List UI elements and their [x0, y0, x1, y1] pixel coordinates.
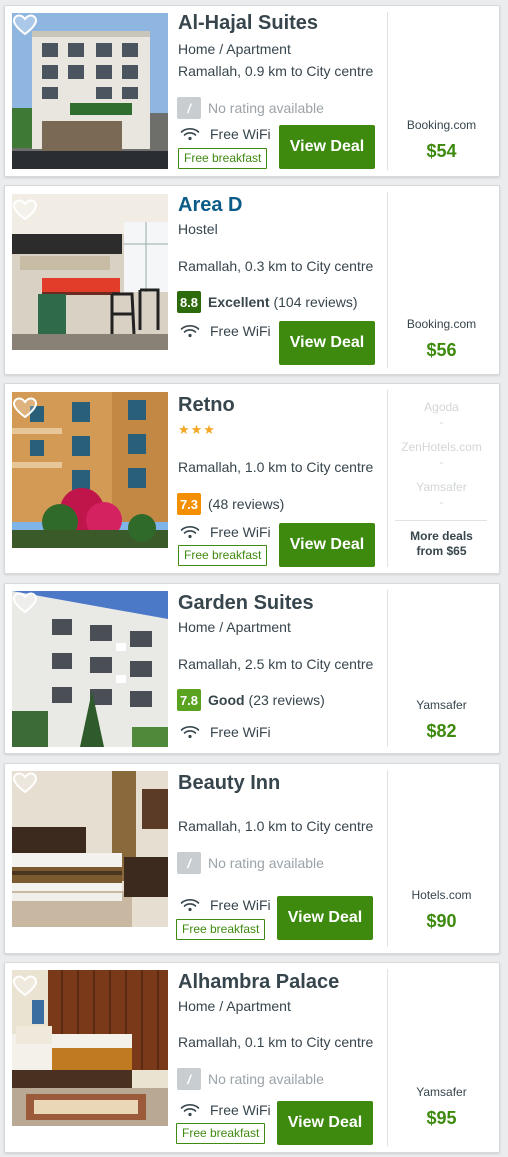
location-text: Ramallah, 0.9 km to City centre — [178, 63, 374, 79]
wifi-icon — [180, 325, 200, 338]
rating-word: Good — [208, 692, 245, 708]
deal-price[interactable]: $54 — [388, 141, 495, 162]
rating: 8.8 Excellent (104 reviews) — [177, 291, 358, 313]
favorite-heart-icon[interactable] — [12, 591, 38, 615]
hotel-card[interactable]: Retno ★★★ Ramallah, 1.0 km to City centr… — [4, 383, 500, 574]
hotel-name[interactable]: Beauty Inn — [178, 772, 280, 795]
rating-score-badge: / — [177, 97, 201, 119]
provider-separator: - — [439, 415, 444, 429]
hotel-name[interactable]: Area D — [178, 194, 242, 217]
deal-price[interactable]: $90 — [388, 911, 495, 932]
rating: / No rating available — [177, 1068, 324, 1090]
more-deals-from-price: from $65 — [416, 544, 467, 558]
amenity-wifi: Free WiFi — [180, 524, 271, 540]
hotel-card[interactable]: Garden Suites Home / Apartment Ramallah,… — [4, 583, 500, 754]
deal-provider[interactable]: Hotels.com — [388, 888, 495, 902]
hotel-card[interactable]: Al-Hajal Suites Home / Apartment Ramalla… — [4, 5, 500, 177]
amenity-wifi: Free WiFi — [180, 323, 271, 339]
hotel-card[interactable]: Beauty Inn Ramallah, 1.0 km to City cent… — [4, 763, 500, 954]
rating-score-badge: 7.3 — [177, 493, 201, 515]
wifi-icon — [180, 726, 200, 739]
star-rating: ★★★ — [178, 422, 216, 437]
property-type: Home / Apartment — [178, 998, 291, 1014]
deal-provider[interactable]: Booking.com — [388, 317, 495, 331]
property-type: Home / Apartment — [178, 619, 291, 635]
view-deal-button[interactable]: View Deal — [279, 321, 375, 365]
hotel-card[interactable]: Area D Hostel Ramallah, 0.3 km to City c… — [4, 185, 500, 375]
wifi-icon — [180, 526, 200, 539]
provider-zenhotels[interactable]: ZenHotels.com — [388, 440, 495, 454]
free-breakfast-badge: Free breakfast — [178, 148, 268, 169]
free-breakfast-badge: Free breakfast — [178, 545, 268, 566]
view-deal-button[interactable]: View Deal — [277, 896, 373, 940]
rating-text: No rating available — [208, 855, 324, 871]
property-type: Hostel — [178, 221, 218, 237]
amenity-wifi: Free WiFi — [180, 126, 271, 142]
free-breakfast-badge: Free breakfast — [176, 919, 266, 940]
amenity-label: Free WiFi — [210, 1102, 271, 1118]
amenity-wifi: Free WiFi — [180, 897, 271, 913]
favorite-heart-icon[interactable] — [12, 198, 38, 222]
deal-provider[interactable]: Yamsafer — [388, 698, 495, 712]
hotel-name[interactable]: Alhambra Palace — [178, 971, 339, 994]
location-text: Ramallah, 0.1 km to City centre — [178, 1034, 374, 1050]
more-deals-label: More deals — [410, 529, 473, 543]
provider-agoda[interactable]: Agoda — [388, 400, 495, 414]
free-breakfast-badge: Free breakfast — [176, 1123, 266, 1144]
rating: 7.3 (48 reviews) — [177, 493, 284, 515]
hotel-card[interactable]: Alhambra Palace Home / Apartment Ramalla… — [4, 962, 500, 1153]
rating: 7.8 Good (23 reviews) — [177, 689, 325, 711]
rating-score-badge: / — [177, 852, 201, 874]
rating-text: No rating available — [208, 1071, 324, 1087]
favorite-heart-icon[interactable] — [12, 974, 38, 998]
review-count[interactable]: (48 reviews) — [208, 496, 284, 512]
view-deal-button[interactable]: View Deal — [279, 523, 375, 567]
provider-yamsafer[interactable]: Yamsafer — [388, 480, 495, 494]
rating-score-badge: 8.8 — [177, 291, 201, 313]
view-deal-button[interactable]: View Deal — [277, 1101, 373, 1145]
more-deals-link[interactable]: More deals from $65 — [393, 529, 490, 559]
amenity-label: Free WiFi — [210, 323, 271, 339]
rating-score-badge: 7.8 — [177, 689, 201, 711]
hotel-name[interactable]: Retno — [178, 394, 235, 417]
deal-provider[interactable]: Booking.com — [388, 118, 495, 132]
location-text: Ramallah, 0.3 km to City centre — [178, 258, 374, 274]
location-text: Ramallah, 1.0 km to City centre — [178, 459, 374, 475]
hotel-name[interactable]: Garden Suites — [178, 592, 314, 615]
rating-score-badge: / — [177, 1068, 201, 1090]
rating-text: No rating available — [208, 100, 324, 116]
divider — [395, 520, 487, 521]
review-count[interactable]: (23 reviews) — [249, 692, 325, 708]
amenity-wifi: Free WiFi — [180, 724, 271, 740]
amenity-label: Free WiFi — [210, 126, 271, 142]
location-text: Ramallah, 2.5 km to City centre — [178, 656, 374, 672]
rating: / No rating available — [177, 852, 324, 874]
provider-separator: - — [439, 455, 444, 469]
wifi-icon — [180, 899, 200, 912]
property-type: Home / Apartment — [178, 41, 291, 57]
favorite-heart-icon[interactable] — [12, 13, 38, 37]
wifi-icon — [180, 1104, 200, 1117]
deal-price[interactable]: $56 — [388, 340, 495, 361]
deal-provider[interactable]: Yamsafer — [388, 1085, 495, 1099]
deal-price[interactable]: $82 — [388, 721, 495, 742]
review-count[interactable]: (104 reviews) — [273, 294, 357, 310]
hotel-name[interactable]: Al-Hajal Suites — [178, 12, 318, 35]
amenity-label: Free WiFi — [210, 724, 271, 740]
rating: / No rating available — [177, 97, 324, 119]
provider-separator: - — [439, 495, 444, 509]
favorite-heart-icon[interactable] — [12, 771, 38, 795]
amenity-wifi: Free WiFi — [180, 1102, 271, 1118]
amenity-label: Free WiFi — [210, 524, 271, 540]
location-text: Ramallah, 1.0 km to City centre — [178, 818, 374, 834]
view-deal-button[interactable]: View Deal — [279, 125, 375, 169]
amenity-label: Free WiFi — [210, 897, 271, 913]
favorite-heart-icon[interactable] — [12, 396, 38, 420]
deal-price[interactable]: $95 — [388, 1108, 495, 1129]
rating-word: Excellent — [208, 294, 270, 310]
wifi-icon — [180, 128, 200, 141]
